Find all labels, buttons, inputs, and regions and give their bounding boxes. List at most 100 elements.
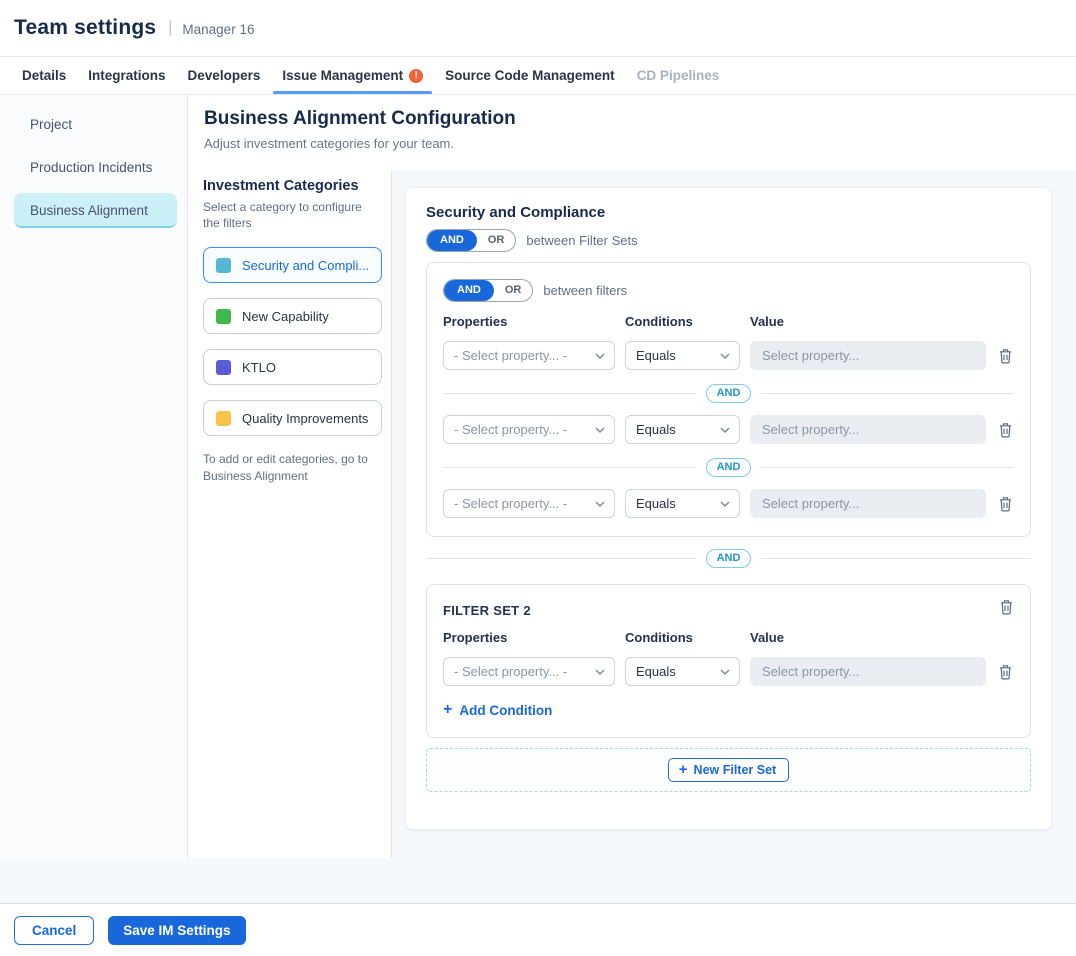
category-list: Security and Compli... New Capability KT… (203, 247, 379, 436)
filter-set-2-title: FILTER SET 2 (443, 599, 531, 618)
page-header: Team settings | Manager 16 (0, 0, 1076, 57)
tab-label: Integrations (88, 68, 165, 83)
conditions-header: Conditions (625, 630, 740, 645)
filter-column-headers: Properties Conditions Value (443, 630, 1014, 645)
value-input[interactable] (750, 657, 986, 686)
value-input[interactable] (750, 489, 986, 518)
delete-filter-button[interactable] (996, 664, 1014, 680)
filters-operator-row: AND OR between filters (443, 279, 1014, 302)
filter-row: - Select property... - Equals (443, 415, 1014, 444)
trash-icon (999, 599, 1014, 615)
chevron-down-icon (720, 353, 730, 359)
trash-icon (998, 422, 1013, 438)
tab-developers[interactable]: Developers (177, 57, 272, 94)
and-toggle-option[interactable]: AND (427, 230, 477, 251)
category-color-swatch (216, 360, 231, 375)
trash-icon (998, 348, 1013, 364)
category-color-swatch (216, 258, 231, 273)
new-filter-set-button[interactable]: + New Filter Set (668, 758, 789, 782)
investment-categories-column: Investment Categories Select a category … (188, 171, 392, 858)
value-input[interactable] (750, 341, 986, 370)
plus-icon: + (679, 762, 688, 777)
new-filter-set-label: New Filter Set (694, 763, 777, 777)
or-toggle-option[interactable]: OR (477, 231, 516, 250)
and-connector-pill: AND (706, 458, 752, 477)
filter-set-2: FILTER SET 2 Properties Conditions Value (426, 584, 1031, 738)
delete-filter-set-button[interactable] (999, 599, 1014, 615)
category-security-and-compliance[interactable]: Security and Compli... (203, 247, 382, 283)
categories-title: Investment Categories (203, 178, 379, 194)
delete-filter-button[interactable] (996, 496, 1014, 512)
settings-sidebar: Project Production Incidents Business Al… (0, 95, 188, 858)
settings-tabbar: Details Integrations Developers Issue Ma… (0, 57, 1076, 95)
filter-sets-operator-row: AND OR between Filter Sets (426, 229, 1031, 252)
sidebar-item-business-alignment[interactable]: Business Alignment (14, 193, 177, 228)
value-header: Value (750, 630, 986, 645)
filter-set-2-header: FILTER SET 2 (443, 599, 1014, 618)
tab-cd-pipelines: CD Pipelines (626, 57, 731, 94)
section-title: Business Alignment Configuration (204, 108, 1076, 130)
panel-title: Security and Compliance (426, 204, 1031, 221)
and-toggle-option[interactable]: AND (444, 280, 494, 301)
property-select[interactable]: - Select property... - (443, 415, 615, 444)
condition-select[interactable]: Equals (625, 415, 740, 444)
content-area: Project Production Incidents Business Al… (0, 95, 1076, 903)
or-toggle-option[interactable]: OR (494, 281, 533, 300)
property-select[interactable]: - Select property... - (443, 489, 615, 518)
delete-filter-button[interactable] (996, 348, 1014, 364)
trash-icon (998, 664, 1013, 680)
footer-bar: Cancel Save IM Settings (0, 903, 1076, 956)
and-connector: AND (443, 458, 1014, 477)
condition-select-value: Equals (636, 496, 676, 511)
category-label: KTLO (242, 360, 276, 375)
chevron-down-icon (595, 501, 605, 507)
cancel-button[interactable]: Cancel (14, 916, 94, 945)
section-header: Business Alignment Configuration Adjust … (188, 95, 1076, 171)
property-select[interactable]: - Select property... - (443, 341, 615, 370)
tab-label: Source Code Management (445, 68, 615, 83)
tab-details[interactable]: Details (11, 57, 77, 94)
condition-select-value: Equals (636, 422, 676, 437)
category-ktlo[interactable]: KTLO (203, 349, 382, 385)
category-quality-improvements[interactable]: Quality Improvements (203, 400, 382, 436)
add-condition-button[interactable]: + Add Condition (443, 702, 552, 718)
properties-header: Properties (443, 630, 615, 645)
property-select-value: - Select property... - (454, 496, 567, 511)
between-filters-label: between filters (543, 283, 627, 298)
and-connector-pill: AND (706, 549, 752, 568)
property-select[interactable]: - Select property... - (443, 657, 615, 686)
warning-glyph: ! (414, 71, 417, 81)
title-separator: | (168, 19, 172, 37)
new-filter-set-zone: + New Filter Set (426, 748, 1031, 792)
tab-integrations[interactable]: Integrations (77, 57, 176, 94)
condition-select[interactable]: Equals (625, 489, 740, 518)
tab-source-code-management[interactable]: Source Code Management (434, 57, 626, 94)
category-color-swatch (216, 411, 231, 426)
save-im-settings-button[interactable]: Save IM Settings (108, 916, 245, 945)
trash-icon (998, 496, 1013, 512)
and-or-toggle: AND OR (426, 229, 516, 252)
tab-label: Details (22, 68, 66, 83)
warning-icon: ! (409, 69, 423, 83)
condition-select[interactable]: Equals (625, 657, 740, 686)
condition-select[interactable]: Equals (625, 341, 740, 370)
add-condition-label: Add Condition (459, 703, 552, 718)
sidebar-item-production-incidents[interactable]: Production Incidents (14, 150, 177, 185)
and-connector-between-sets: AND (426, 549, 1031, 568)
tab-issue-management[interactable]: Issue Management ! (271, 57, 434, 94)
category-new-capability[interactable]: New Capability (203, 298, 382, 334)
filter-row: - Select property... - Equals (443, 489, 1014, 518)
chevron-down-icon (595, 353, 605, 359)
condition-select-value: Equals (636, 348, 676, 363)
value-header: Value (750, 314, 986, 329)
tab-label: Issue Management (282, 68, 403, 83)
categories-note: To add or edit categories, go to Busines… (203, 451, 369, 485)
categories-hint: Select a category to configure the filte… (203, 199, 363, 231)
chevron-down-icon (595, 427, 605, 433)
value-input[interactable] (750, 415, 986, 444)
delete-filter-button[interactable] (996, 422, 1014, 438)
filter-row: - Select property... - Equals (443, 341, 1014, 370)
condition-select-value: Equals (636, 664, 676, 679)
sidebar-item-project[interactable]: Project (14, 107, 177, 142)
conditions-header: Conditions (625, 314, 740, 329)
